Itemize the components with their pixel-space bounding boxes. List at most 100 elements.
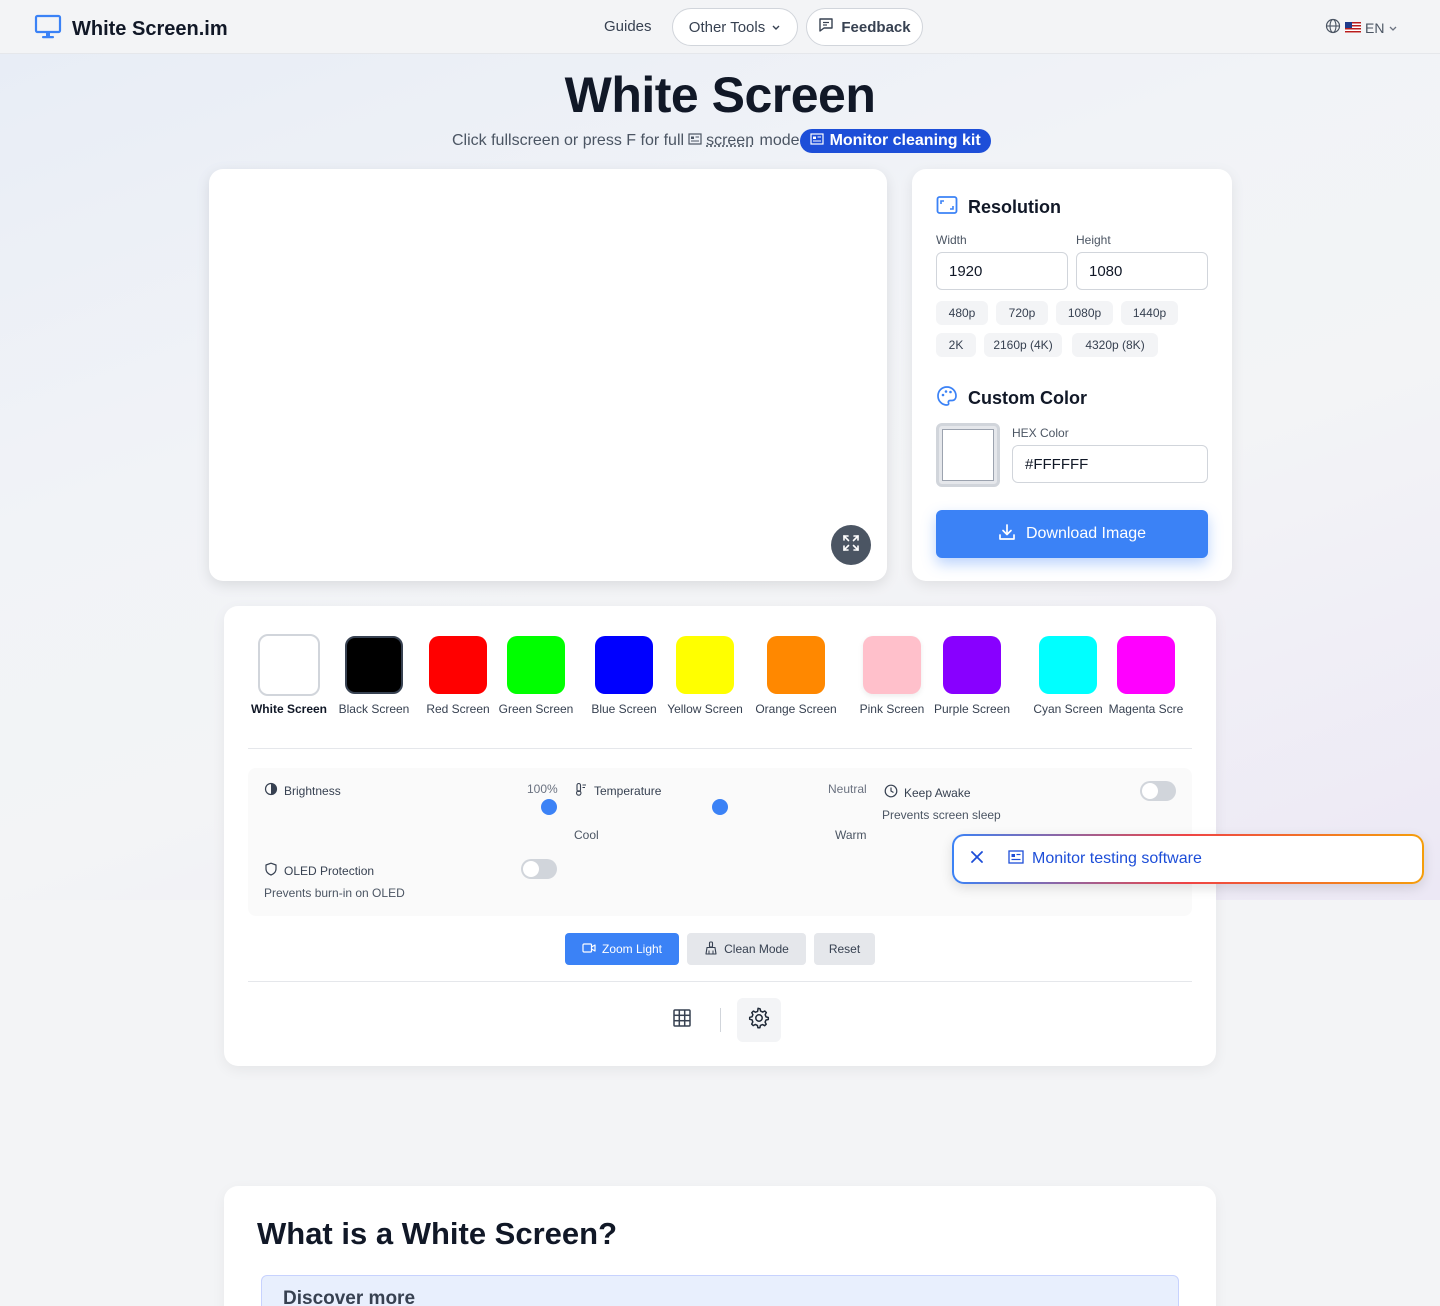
article-heading: What is a White Screen? — [257, 1216, 618, 1251]
preset-1440p[interactable]: 1440p — [1121, 301, 1178, 325]
brightness-heading: Brightness — [264, 782, 341, 799]
screen-preview[interactable] — [209, 169, 887, 581]
us-flag-icon — [1345, 22, 1361, 33]
download-image-button[interactable]: Download Image — [936, 510, 1208, 558]
color-swatch — [943, 636, 1001, 694]
screen-link-text: screen — [706, 132, 755, 149]
nav-guides-link[interactable]: Guides — [604, 18, 652, 35]
preset-720p[interactable]: 720p — [996, 301, 1048, 325]
subtitle-text: Click fullscreen or press F for full — [452, 132, 685, 149]
download-icon — [998, 523, 1016, 546]
fullscreen-button[interactable] — [831, 525, 871, 565]
subtitle-suffix: mode — [755, 132, 800, 149]
gear-icon — [748, 1007, 770, 1034]
color-preset-label: Red Screen — [426, 702, 490, 716]
globe-icon — [1325, 18, 1341, 37]
screen-ad-link[interactable]: screen — [688, 132, 754, 150]
color-swatch — [1039, 636, 1097, 694]
toolbar-separator — [720, 1008, 721, 1032]
oled-label: OLED Protection — [284, 863, 375, 878]
hex-input[interactable]: #FFFFFF — [1012, 445, 1208, 483]
video-icon — [582, 942, 596, 957]
grid-icon — [672, 1008, 692, 1033]
chevron-down-icon — [771, 19, 781, 36]
brightness-value: 100% — [527, 782, 558, 796]
temperature-value: Neutral — [828, 782, 867, 796]
color-preset-label: Magenta Scre — [1108, 702, 1184, 716]
color-preset-label: Yellow Screen — [667, 702, 743, 716]
other-tools-dropdown[interactable]: Other Tools — [672, 8, 798, 46]
chevron-down-icon — [1388, 20, 1398, 36]
color-preset-blue-screen[interactable]: Blue Screen — [585, 636, 663, 716]
preset-2k[interactable]: 2K — [936, 333, 976, 357]
color-preset-magenta-scre[interactable]: Magenta Scre — [1107, 636, 1185, 716]
color-preset-pink-screen[interactable]: Pink Screen — [853, 636, 931, 716]
color-preset-white-screen[interactable]: White Screen — [250, 634, 328, 716]
color-swatch — [595, 636, 653, 694]
grid-button[interactable] — [660, 998, 704, 1042]
width-label: Width — [936, 233, 967, 247]
monitor-testing-software-link[interactable]: Monitor testing software — [1008, 849, 1202, 869]
color-picker-swatch[interactable] — [936, 423, 1000, 487]
preset-1080p[interactable]: 1080p — [1056, 301, 1113, 325]
color-preset-label: Purple Screen — [933, 702, 1011, 716]
brightness-slider[interactable] — [541, 799, 557, 815]
color-preset-black-screen[interactable]: Black Screen — [335, 636, 413, 716]
keep-awake-label: Keep Awake — [904, 785, 971, 800]
color-swatch — [258, 634, 320, 696]
top-nav: White Screen.im Guides Other Tools Feedb… — [0, 0, 1440, 54]
temperature-max-label: Warm — [835, 828, 867, 842]
toast-close-button[interactable] — [954, 836, 1000, 882]
color-swatch — [863, 636, 921, 694]
color-preset-yellow-screen[interactable]: Yellow Screen — [666, 636, 744, 716]
resolution-icon — [936, 195, 958, 220]
oled-toggle[interactable] — [521, 859, 557, 879]
palette-icon — [936, 385, 958, 412]
color-swatch — [429, 636, 487, 694]
clean-mode-button[interactable]: Clean Mode — [687, 933, 806, 965]
brightness-label: Brightness — [284, 783, 341, 798]
settings-panel: Resolution Width Height 1920 1080 480p 7… — [912, 169, 1232, 581]
discover-more-box[interactable]: Discover more — [261, 1275, 1179, 1306]
article-section: What is a White Screen? Discover more — [224, 1186, 1216, 1306]
settings-button[interactable] — [737, 998, 781, 1042]
color-swatch — [507, 636, 565, 694]
temperature-label: Temperature — [594, 783, 662, 798]
site-logo[interactable]: White Screen.im — [34, 14, 228, 45]
color-preset-cyan-screen[interactable]: Cyan Screen — [1029, 636, 1107, 716]
discover-more-label: Discover more — [283, 1288, 416, 1306]
color-preset-label: White Screen — [250, 702, 328, 716]
color-swatch — [1117, 636, 1175, 694]
preset-4k[interactable]: 2160p (4K) — [984, 333, 1062, 357]
color-swatch — [676, 636, 734, 694]
color-preset-purple-screen[interactable]: Purple Screen — [933, 636, 1011, 716]
ad-toast: Monitor testing software — [952, 834, 1424, 884]
color-swatch — [345, 636, 403, 694]
color-preset-red-screen[interactable]: Red Screen — [419, 636, 497, 716]
color-swatch — [767, 636, 825, 694]
color-preset-orange-screen[interactable]: Orange Screen — [755, 636, 837, 716]
preset-480p[interactable]: 480p — [936, 301, 988, 325]
zoom-light-label: Zoom Light — [601, 942, 663, 956]
monitor-cleaning-kit-ad[interactable]: Monitor cleaning kit — [799, 129, 991, 153]
color-preset-green-screen[interactable]: Green Screen — [497, 636, 575, 716]
color-preview — [942, 429, 994, 481]
logo-text: White Screen.im — [72, 18, 228, 40]
page-title: White Screen — [564, 67, 876, 123]
zoom-light-button[interactable]: Zoom Light — [565, 933, 679, 965]
color-preset-label: Pink Screen — [859, 702, 925, 716]
divider — [248, 981, 1192, 982]
hex-label: HEX Color — [1012, 426, 1069, 440]
keep-awake-toggle[interactable] — [1140, 781, 1176, 801]
reset-button[interactable]: Reset — [814, 933, 875, 965]
height-input[interactable]: 1080 — [1076, 252, 1208, 290]
temperature-slider[interactable] — [712, 799, 728, 815]
language-selector[interactable]: EN — [1325, 18, 1398, 37]
width-input[interactable]: 1920 — [936, 252, 1068, 290]
temperature-min-label: Cool — [574, 828, 599, 842]
feedback-button[interactable]: Feedback — [806, 8, 923, 46]
color-preset-label: Green Screen — [498, 702, 574, 716]
keep-awake-heading: Keep Awake — [884, 784, 971, 801]
preset-8k[interactable]: 4320p (8K) — [1072, 333, 1158, 357]
clock-icon — [884, 784, 898, 801]
